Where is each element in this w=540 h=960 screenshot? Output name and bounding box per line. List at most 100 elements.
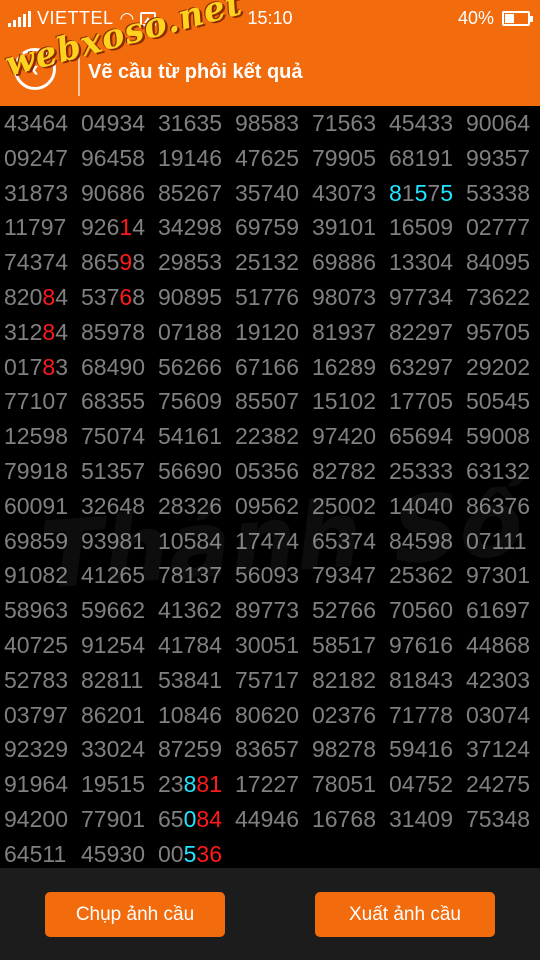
- result-number: 74374: [4, 249, 68, 276]
- result-number: 79347: [312, 562, 376, 589]
- result-number: 59008: [466, 423, 530, 450]
- result-number: 82182: [312, 666, 376, 693]
- result-number: 43464: [4, 110, 68, 136]
- result-number: 56690: [158, 457, 222, 484]
- result-number: 00536: [158, 840, 222, 867]
- highlighted-digit: 8: [389, 179, 402, 206]
- result-number: 63132: [466, 457, 530, 484]
- status-right: 40%: [457, 8, 533, 29]
- result-number: 41362: [158, 597, 222, 624]
- result-number: 92329: [4, 736, 68, 763]
- result-number: 86201: [81, 701, 145, 728]
- result-number: 04752: [389, 771, 453, 798]
- header-divider: [78, 46, 80, 96]
- result-number: 34298: [158, 214, 222, 241]
- result-number: 68191: [389, 144, 453, 171]
- result-number: 90895: [158, 283, 222, 310]
- capture-button[interactable]: Chụp ảnh cầu: [45, 892, 225, 937]
- highlighted-digit: 8: [183, 771, 197, 798]
- grid-row: 11797 92614 34298 69759 39101 16509 02777: [0, 210, 540, 245]
- result-number: 81937: [312, 318, 376, 345]
- result-number: 79918: [4, 457, 68, 484]
- result-number: 97301: [466, 562, 530, 589]
- result-number: 97420: [312, 423, 376, 450]
- result-number: 65374: [312, 527, 376, 554]
- result-number: 85507: [235, 388, 299, 415]
- result-number: 75074: [81, 423, 145, 450]
- grid-row: 91964 19515 23881 17227 78051 04752 24275: [0, 767, 540, 802]
- result-number: 63297: [389, 353, 453, 380]
- result-number: 09247: [4, 144, 68, 171]
- result-number: 82782: [312, 457, 376, 484]
- result-number: 16289: [312, 353, 376, 380]
- highlighted-digit: 4: [209, 805, 222, 832]
- result-number: 37124: [466, 736, 530, 763]
- highlighted-digit: 5: [440, 179, 453, 206]
- battery-icon: [502, 11, 533, 26]
- grid-row: 52783 82811 53841 75717 82182 81843 42303: [0, 663, 540, 698]
- result-number: 40725: [4, 631, 68, 658]
- highlighted-digit: 8: [42, 353, 56, 380]
- result-number: 11797: [4, 214, 67, 241]
- grid-row: 58963 59662 41362 89773 52766 70560 61697: [0, 593, 540, 628]
- result-number: 17474: [235, 527, 299, 554]
- highlighted-digit: 6: [209, 840, 222, 867]
- result-number: 95705: [466, 318, 530, 345]
- result-number: 83657: [235, 736, 299, 763]
- result-number: 65084: [158, 805, 222, 832]
- result-number: 50545: [466, 388, 530, 415]
- result-number: 30051: [235, 631, 299, 658]
- grid-row: 82084 53768 90895 51776 98073 97734 73622: [0, 280, 540, 315]
- result-number: 60091: [4, 492, 68, 519]
- result-number: 99357: [466, 144, 530, 171]
- grid-row: 94200 77901 65084 44946 16768 31409 75348: [0, 802, 540, 837]
- result-number: 97616: [389, 631, 453, 658]
- result-number: 19146: [158, 144, 222, 171]
- result-number: 53338: [466, 179, 530, 206]
- battery-percent: 40%: [457, 8, 494, 28]
- highlighted-digit: 6: [119, 283, 133, 310]
- result-number: 43073: [312, 179, 376, 206]
- result-number: 22382: [235, 423, 299, 450]
- result-number: 24275: [466, 771, 530, 798]
- result-number: 51776: [235, 283, 299, 310]
- result-number: 84095: [466, 249, 530, 276]
- result-number: 56093: [235, 562, 299, 589]
- result-number: 75717: [235, 666, 299, 693]
- grid-row: 01783 68490 56266 67166 16289 63297 29202: [0, 350, 540, 385]
- result-number: 75348: [466, 805, 530, 832]
- result-number: 19515: [81, 771, 145, 798]
- result-number: 41265: [81, 562, 145, 589]
- result-number: 90064: [466, 110, 530, 136]
- result-number: 77901: [81, 805, 145, 832]
- result-number: 10846: [158, 701, 222, 728]
- result-number: 54161: [158, 423, 222, 450]
- result-number: 04934: [81, 110, 145, 136]
- result-number: 96458: [81, 144, 145, 171]
- result-number: 64511: [4, 840, 67, 867]
- grid-row: 03797 86201 10846 80620 02376 71778 03074: [0, 698, 540, 733]
- result-number: 29202: [466, 353, 530, 380]
- result-number: 90686: [81, 179, 145, 206]
- grid-row: 12598 75074 54161 22382 97420 65694 59008: [0, 419, 540, 454]
- result-number: 80620: [235, 701, 299, 728]
- result-number: 03074: [466, 701, 530, 728]
- result-grid: Thánh Số 43464 04934 31635 98583 71563 45433 9…: [0, 106, 540, 868]
- result-number: 97734: [389, 283, 453, 310]
- result-number: 17705: [389, 388, 453, 415]
- result-number: 16509: [389, 214, 453, 241]
- top-bar: VIETTEL ◠ 15:10 40% ‹ Vẽ cầu từ phôi kết…: [0, 0, 540, 106]
- result-number: 81843: [389, 666, 453, 693]
- grid-row: 60091 32648 28326 09562 25002 14040 86376: [0, 489, 540, 524]
- highlighted-digit: 8: [42, 283, 56, 310]
- result-number: 91964: [4, 771, 68, 798]
- result-number: 68355: [81, 388, 145, 415]
- grid-row: 79918 51357 56690 05356 82782 25333 63132: [0, 454, 540, 489]
- footer-bar: Chụp ảnh cầu Xuất ảnh cầu: [0, 868, 540, 960]
- result-number: 94200: [4, 805, 68, 832]
- back-button[interactable]: ‹: [14, 48, 56, 90]
- result-number: 98073: [312, 283, 376, 310]
- export-button[interactable]: Xuất ảnh cầu: [315, 892, 495, 937]
- result-number: 73622: [466, 283, 530, 310]
- result-number: 78051: [312, 771, 376, 798]
